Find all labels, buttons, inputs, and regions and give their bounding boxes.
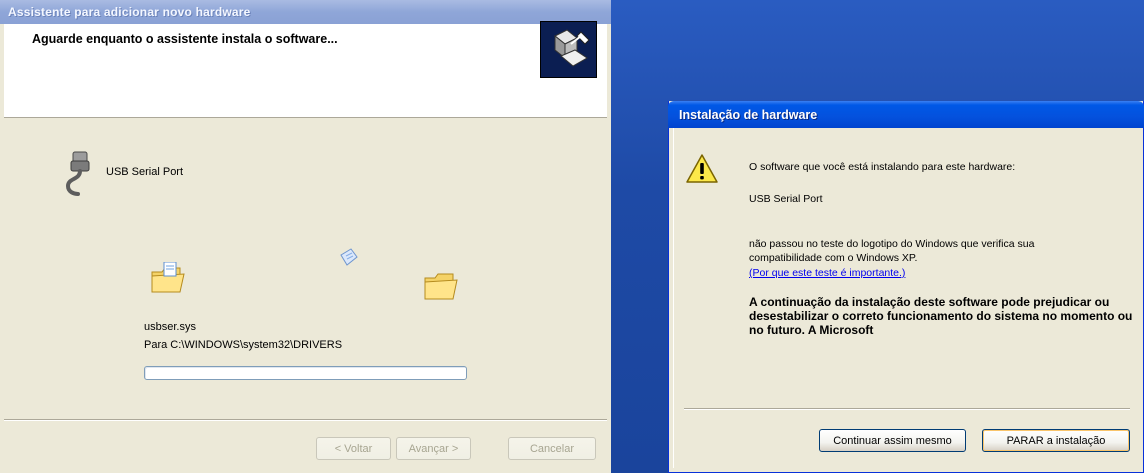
hw-message-intro: O software que você está instalando para… xyxy=(749,161,1016,173)
hw-dialog-titlebar[interactable]: Instalação de hardware xyxy=(668,101,1144,128)
file-destination: Para C:\WINDOWS\system32\DRIVERS xyxy=(144,339,343,351)
device-name: USB Serial Port xyxy=(106,166,184,178)
hw-warning-text: A continuação da instalação deste softwa… xyxy=(749,295,1133,337)
next-button[interactable]: Avançar > xyxy=(396,437,471,460)
wizard-title: Assistente para adicionar novo hardware xyxy=(8,5,251,19)
back-button[interactable]: < Voltar xyxy=(316,437,391,460)
hw-message-line-2: compatibilidade com o Windows XP. xyxy=(749,252,918,264)
file-name: usbser.sys xyxy=(144,321,196,333)
continue-anyway-button[interactable]: Continuar assim mesmo xyxy=(819,429,966,452)
document-icon xyxy=(337,247,359,274)
hw-dialog-title: Instalação de hardware xyxy=(679,108,818,122)
hw-message-line-1: não passou no teste do logotipo do Windo… xyxy=(749,238,1035,250)
stop-installation-button[interactable]: PARAR a instalação xyxy=(982,429,1130,452)
folder-icon xyxy=(423,272,459,307)
wizard-button-separator xyxy=(4,419,607,421)
hw-device-name: USB Serial Port xyxy=(749,193,823,205)
hw-button-separator xyxy=(684,408,1130,410)
hardware-installation-dialog: Instalação de hardware O software que vo… xyxy=(668,101,1144,473)
usb-plug-icon xyxy=(62,150,96,203)
wizard-heading: Aguarde enquanto o assistente instala o … xyxy=(32,32,338,46)
install-progress-bar xyxy=(144,366,467,380)
wizard-titlebar[interactable]: Assistente para adicionar novo hardware xyxy=(0,0,611,24)
hw-dialog-content: O software que você está instalando para… xyxy=(673,128,1140,468)
why-test-important-link[interactable]: (Por que este teste é importante.) xyxy=(749,267,905,279)
folder-icon xyxy=(150,261,186,301)
warning-icon xyxy=(685,153,719,190)
hardware-wizard-logo-icon xyxy=(540,21,597,78)
cancel-button[interactable]: Cancelar xyxy=(508,437,596,460)
add-hardware-wizard-window: Assistente para adicionar novo hardware … xyxy=(0,0,611,473)
